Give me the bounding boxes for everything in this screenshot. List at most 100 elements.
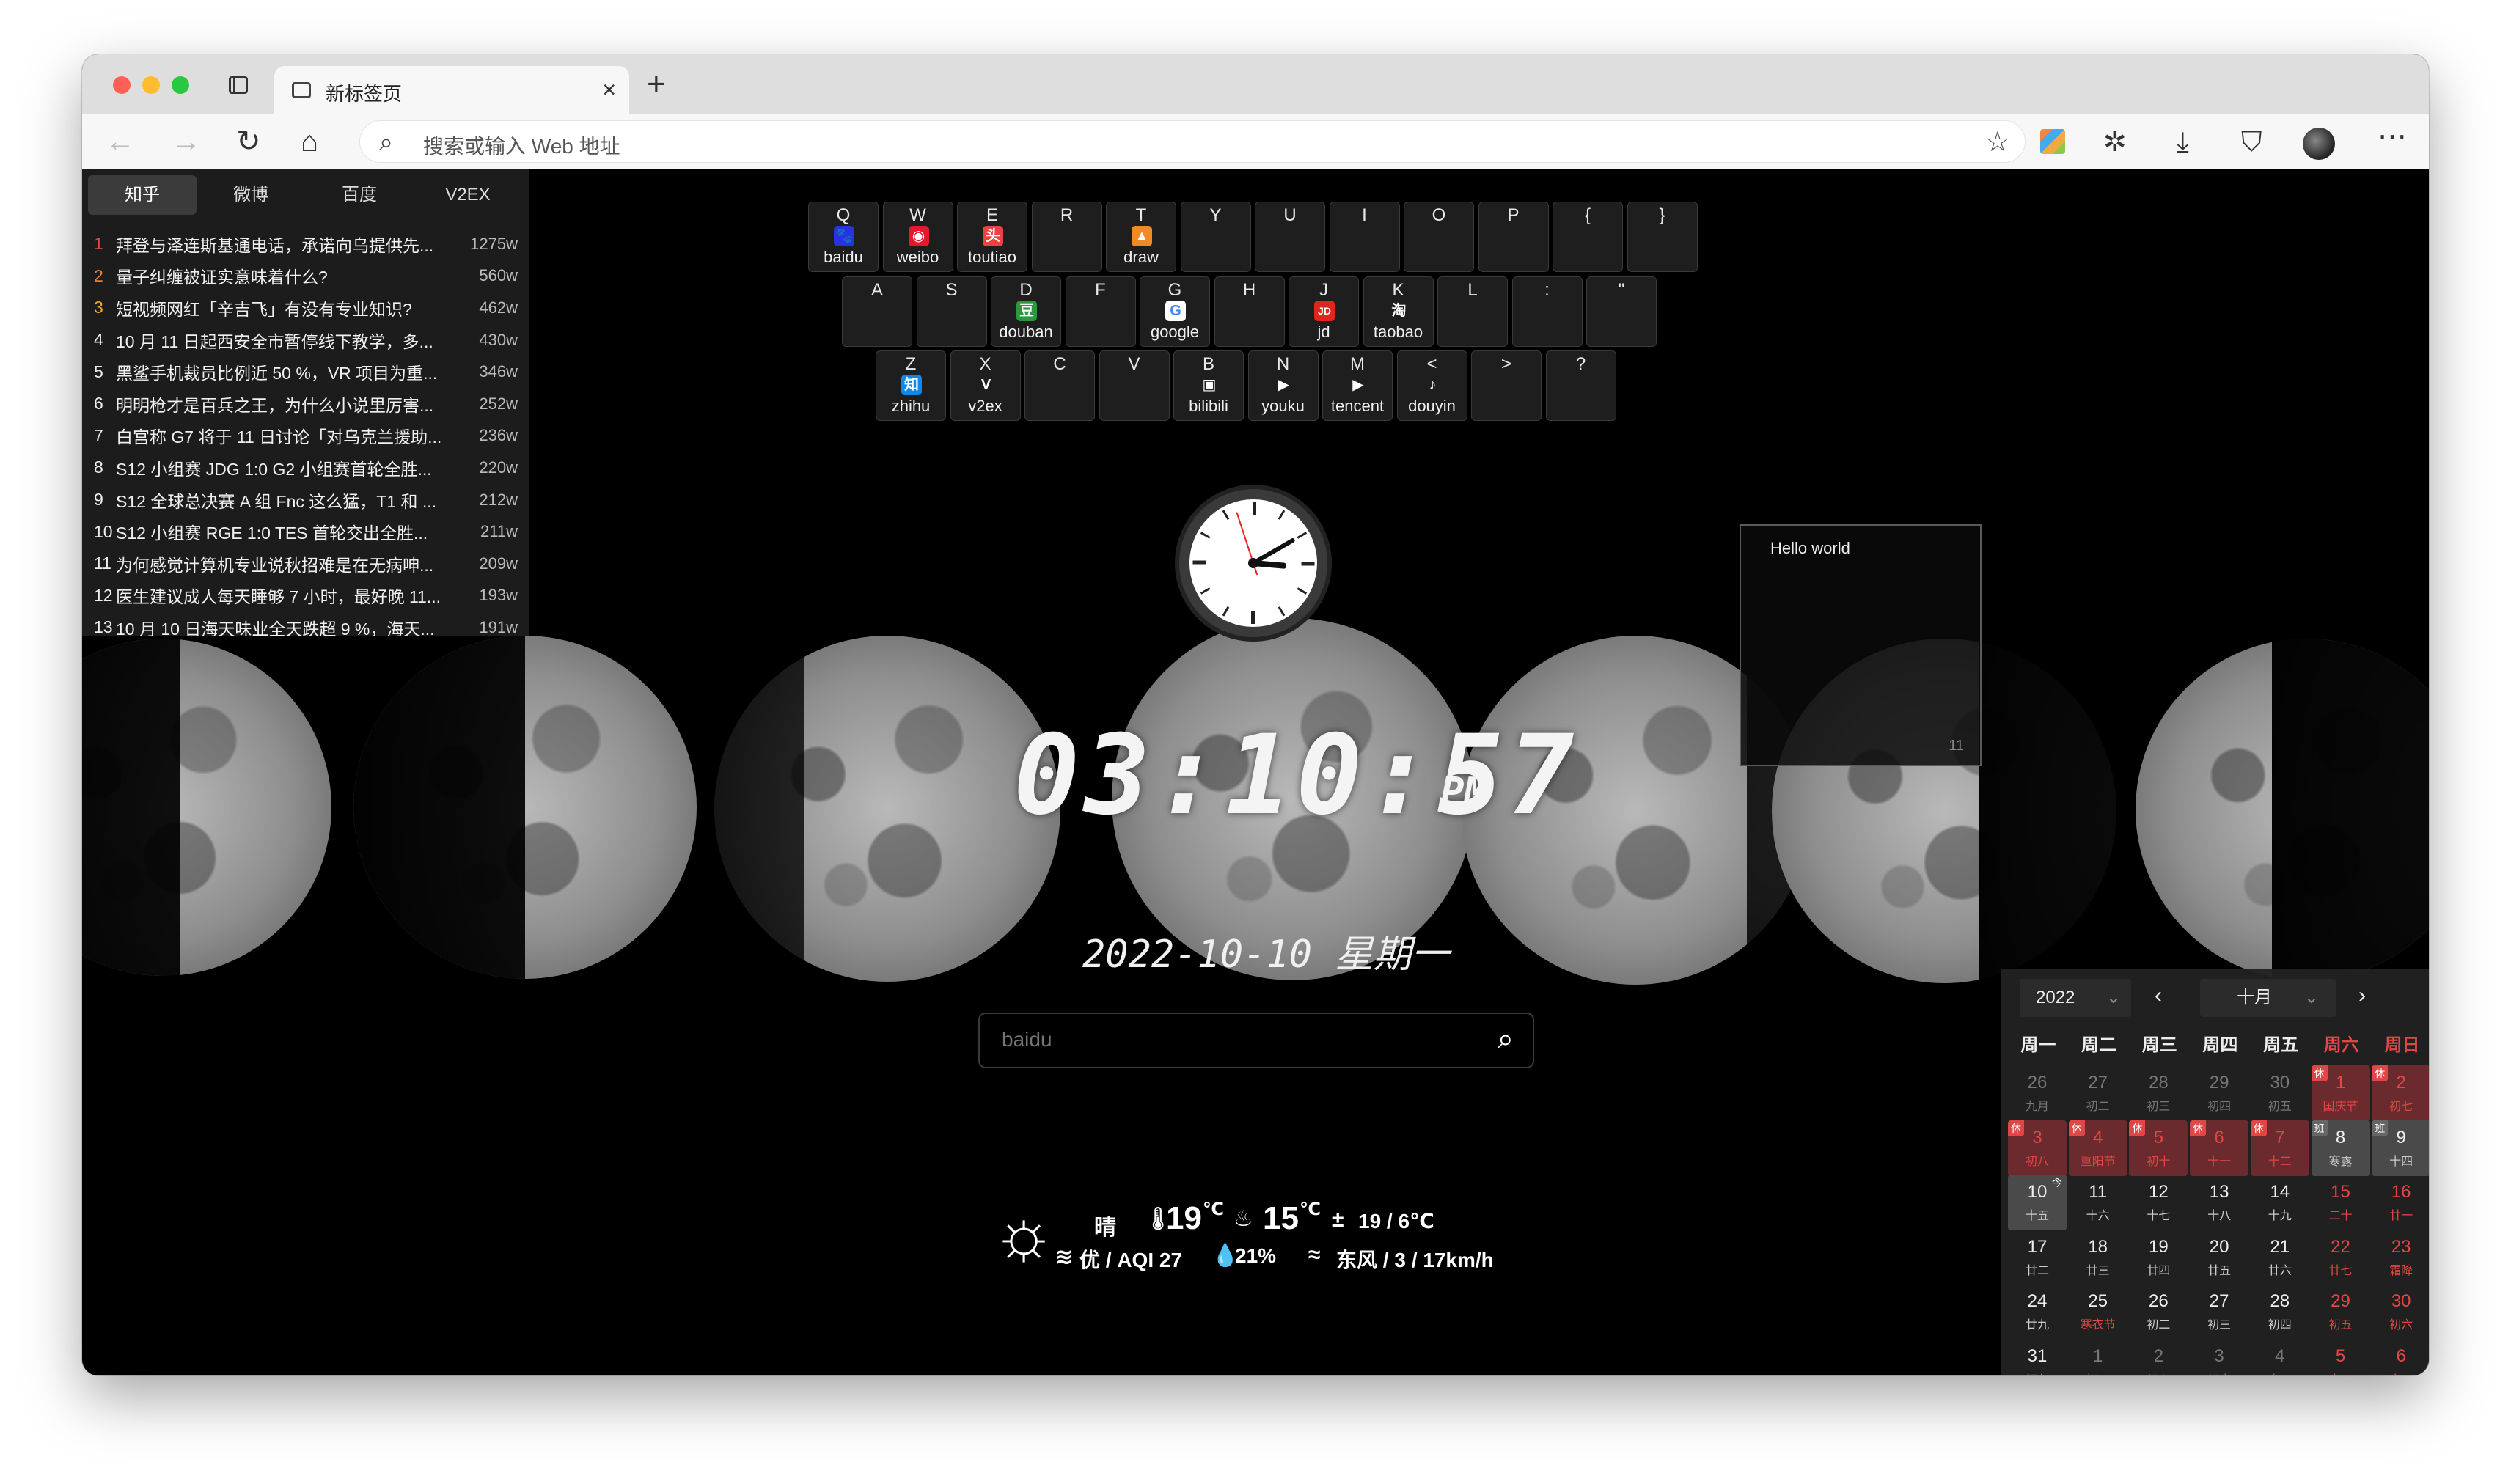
note-text[interactable]: Hello world [1770, 539, 1850, 558]
key-empty[interactable]: : [1511, 276, 1583, 347]
list-item[interactable]: 10 S12 小组赛 RGE 1:0 TES 首轮交出全胜... 211w [82, 515, 529, 548]
key-weibo[interactable]: W ◉ weibo [882, 202, 953, 272]
calendar-day[interactable]: 25 寒衣节 [2069, 1284, 2127, 1340]
key-toutiao[interactable]: E 头 toutiao [957, 202, 1027, 272]
profile-avatar[interactable] [2303, 128, 2335, 160]
calendar-day[interactable]: 5 初十休 [2129, 1120, 2188, 1176]
list-item[interactable]: 5 黑鲨手机裁员比例近 50 %，VR 项目为重... 346w [82, 356, 529, 388]
calendar-day[interactable]: 30 初六 [2372, 1284, 2429, 1340]
item-title[interactable]: 10 月 10 日海天味业全天跌超 9 %，海天... [116, 615, 459, 636]
calendar-day[interactable]: 4 重阳节休 [2068, 1120, 2127, 1176]
tab-actions-icon[interactable] [229, 76, 248, 94]
key-v2ex[interactable]: X Vv2ex [950, 350, 1021, 421]
key-baidu[interactable]: Q 🐾 baidu [808, 202, 879, 272]
item-title[interactable]: S12 小组赛 JDG 1:0 G2 小组赛首轮全胜... [116, 455, 459, 480]
calendar-day[interactable]: 18 廿三 [2069, 1230, 2127, 1285]
calendar-day[interactable]: 16 廿一 [2372, 1175, 2429, 1230]
key-empty[interactable]: O [1404, 202, 1474, 272]
tab-baidu[interactable]: 百度 [305, 175, 414, 215]
key-empty[interactable]: ? [1545, 350, 1616, 421]
calendar-day[interactable]: 22 廿七 [2312, 1230, 2370, 1285]
new-tab-button[interactable]: + [647, 66, 666, 103]
key-zhihu[interactable]: Z 知 zhihu [876, 350, 946, 421]
sticky-note[interactable]: Hello world 11 [1740, 524, 1982, 766]
download-icon[interactable]: ⤓ [2177, 126, 2189, 158]
list-item[interactable]: 7 白宫称 G7 将于 11 日讨论「对乌克兰援助... 236w [82, 420, 529, 452]
calendar-day[interactable]: 1 国庆节休 [2311, 1065, 2370, 1121]
key-empty[interactable]: { [1553, 202, 1623, 272]
list-item[interactable]: 9 S12 全球总决赛 A 组 Fnc 这么猛，T1 和 ... 212w [82, 484, 529, 516]
calendar-day[interactable]: 29 初五 [2312, 1284, 2370, 1340]
calendar-day[interactable]: 4 十一 [2251, 1339, 2309, 1375]
calendar-day[interactable]: 28 初四 [2251, 1284, 2309, 1340]
month-select[interactable]: 十月 ⌄ [2200, 979, 2336, 1017]
calendar-day[interactable]: 29 初四 [2190, 1065, 2248, 1121]
calendar-day[interactable]: 13 十八 [2190, 1175, 2248, 1230]
calendar-day[interactable]: 7 十二休 [2250, 1120, 2309, 1176]
calendar-day[interactable]: 6 十三 [2372, 1339, 2429, 1375]
key-douban[interactable]: D 豆 douban [991, 276, 1061, 347]
list-item[interactable]: 1 拜登与泽连斯基通电话，承诺向乌提供先... 1275w [82, 228, 529, 260]
calendar-day[interactable]: 1 初八 [2069, 1339, 2127, 1375]
close-window-button[interactable] [113, 76, 131, 94]
tab-v2ex[interactable]: V2EX [414, 175, 522, 215]
list-item[interactable]: 13 10 月 10 日海天味业全天跌超 9 %，海天... 191w [82, 611, 529, 636]
calendar-day[interactable]: 20 廿五 [2190, 1230, 2248, 1285]
calendar-day[interactable]: 26 初二 [2129, 1284, 2188, 1340]
key-empty[interactable]: L [1437, 276, 1508, 347]
search-box[interactable]: ⌕ [978, 1013, 1534, 1068]
tab-weibo[interactable]: 微博 [197, 175, 305, 215]
key-jd[interactable]: J JD jd [1289, 276, 1359, 347]
tab-zhihu[interactable]: 知乎 [88, 175, 197, 215]
calendar-day[interactable]: 19 廿四 [2129, 1230, 2188, 1285]
key-empty[interactable]: S [916, 276, 987, 347]
key-empty[interactable]: V [1099, 350, 1170, 421]
calendar-day[interactable]: 15 二十 [2312, 1175, 2370, 1230]
key-draw[interactable]: T ▲ draw [1106, 202, 1176, 272]
calendar-day[interactable]: 3 初八休 [2008, 1120, 2067, 1176]
add-favorite-icon[interactable]: ☆ [1985, 125, 2010, 158]
back-arrow-icon[interactable]: ← [106, 123, 135, 160]
item-title[interactable]: S12 全球总决赛 A 组 Fnc 这么猛，T1 和 ... [116, 488, 459, 513]
key-empty[interactable]: R [1031, 202, 1102, 272]
item-title[interactable]: 明明枪才是百兵之王，为什么小说里厉害... [116, 392, 459, 416]
calendar-day[interactable]: 23 霜降 [2372, 1230, 2429, 1285]
calendar-day[interactable]: 26 九月 [2008, 1065, 2067, 1121]
list-item[interactable]: 2 量子纠缠被证实意味着什么? 560w [82, 260, 529, 293]
key-empty[interactable]: " [1586, 276, 1657, 347]
search-input[interactable] [1000, 1027, 1458, 1052]
key-empty[interactable]: H [1214, 276, 1285, 347]
key-douyin[interactable]: < ♪ douyin [1396, 350, 1467, 421]
year-select[interactable]: 2022 ⌄ [2020, 979, 2131, 1017]
key-empty[interactable]: > [1471, 350, 1542, 421]
minimize-window-button[interactable] [142, 76, 160, 94]
key-empty[interactable]: Y [1180, 202, 1251, 272]
calendar-day[interactable]: 2 初七休 [2372, 1065, 2429, 1121]
list-item[interactable]: 8 S12 小组赛 JDG 1:0 G2 小组赛首轮全胜... 220w [82, 452, 529, 484]
item-title[interactable]: 为何感觉计算机专业说秋招难是在无病呻... [116, 551, 459, 576]
calendar-day[interactable]: 10 十五今 [2008, 1175, 2067, 1231]
browser-essentials-icon[interactable]: ⛉ [2241, 126, 2262, 158]
item-title[interactable]: 短视频网红「辛吉飞」有没有专业知识? [116, 295, 459, 320]
zoom-window-button[interactable] [172, 76, 189, 94]
key-empty[interactable]: A [842, 276, 912, 347]
prev-month-icon[interactable]: ‹ [2155, 983, 2162, 1008]
calendar-day[interactable]: 14 十九 [2251, 1175, 2309, 1230]
forward-arrow-icon[interactable]: → [172, 123, 201, 160]
calendar-day[interactable]: 21 廿六 [2251, 1230, 2309, 1285]
calendar-day[interactable]: 12 十七 [2129, 1175, 2188, 1230]
calendar-day[interactable]: 27 初二 [2069, 1065, 2127, 1121]
tab-new-tab[interactable]: 新标签页 × [274, 66, 629, 114]
key-empty[interactable]: U [1255, 202, 1325, 272]
calendar-day[interactable]: 31 初七 [2008, 1339, 2067, 1375]
close-tab-button[interactable]: × [602, 76, 616, 103]
more-menu-icon[interactable]: ⋯ [2378, 120, 2407, 153]
key-google[interactable]: G Ggoogle [1140, 276, 1210, 347]
key-empty[interactable]: } [1627, 202, 1698, 272]
next-month-icon[interactable]: › [2358, 983, 2366, 1008]
key-youku[interactable]: N ▶ youku [1247, 350, 1319, 421]
calendar-day[interactable]: 8 寒露班 [2311, 1120, 2370, 1176]
extensions-puzzle-icon[interactable]: ✲ [2103, 126, 2127, 158]
calendar-day[interactable]: 5 十二 [2312, 1339, 2370, 1375]
search-icon[interactable]: ⌕ [1498, 1023, 1514, 1056]
